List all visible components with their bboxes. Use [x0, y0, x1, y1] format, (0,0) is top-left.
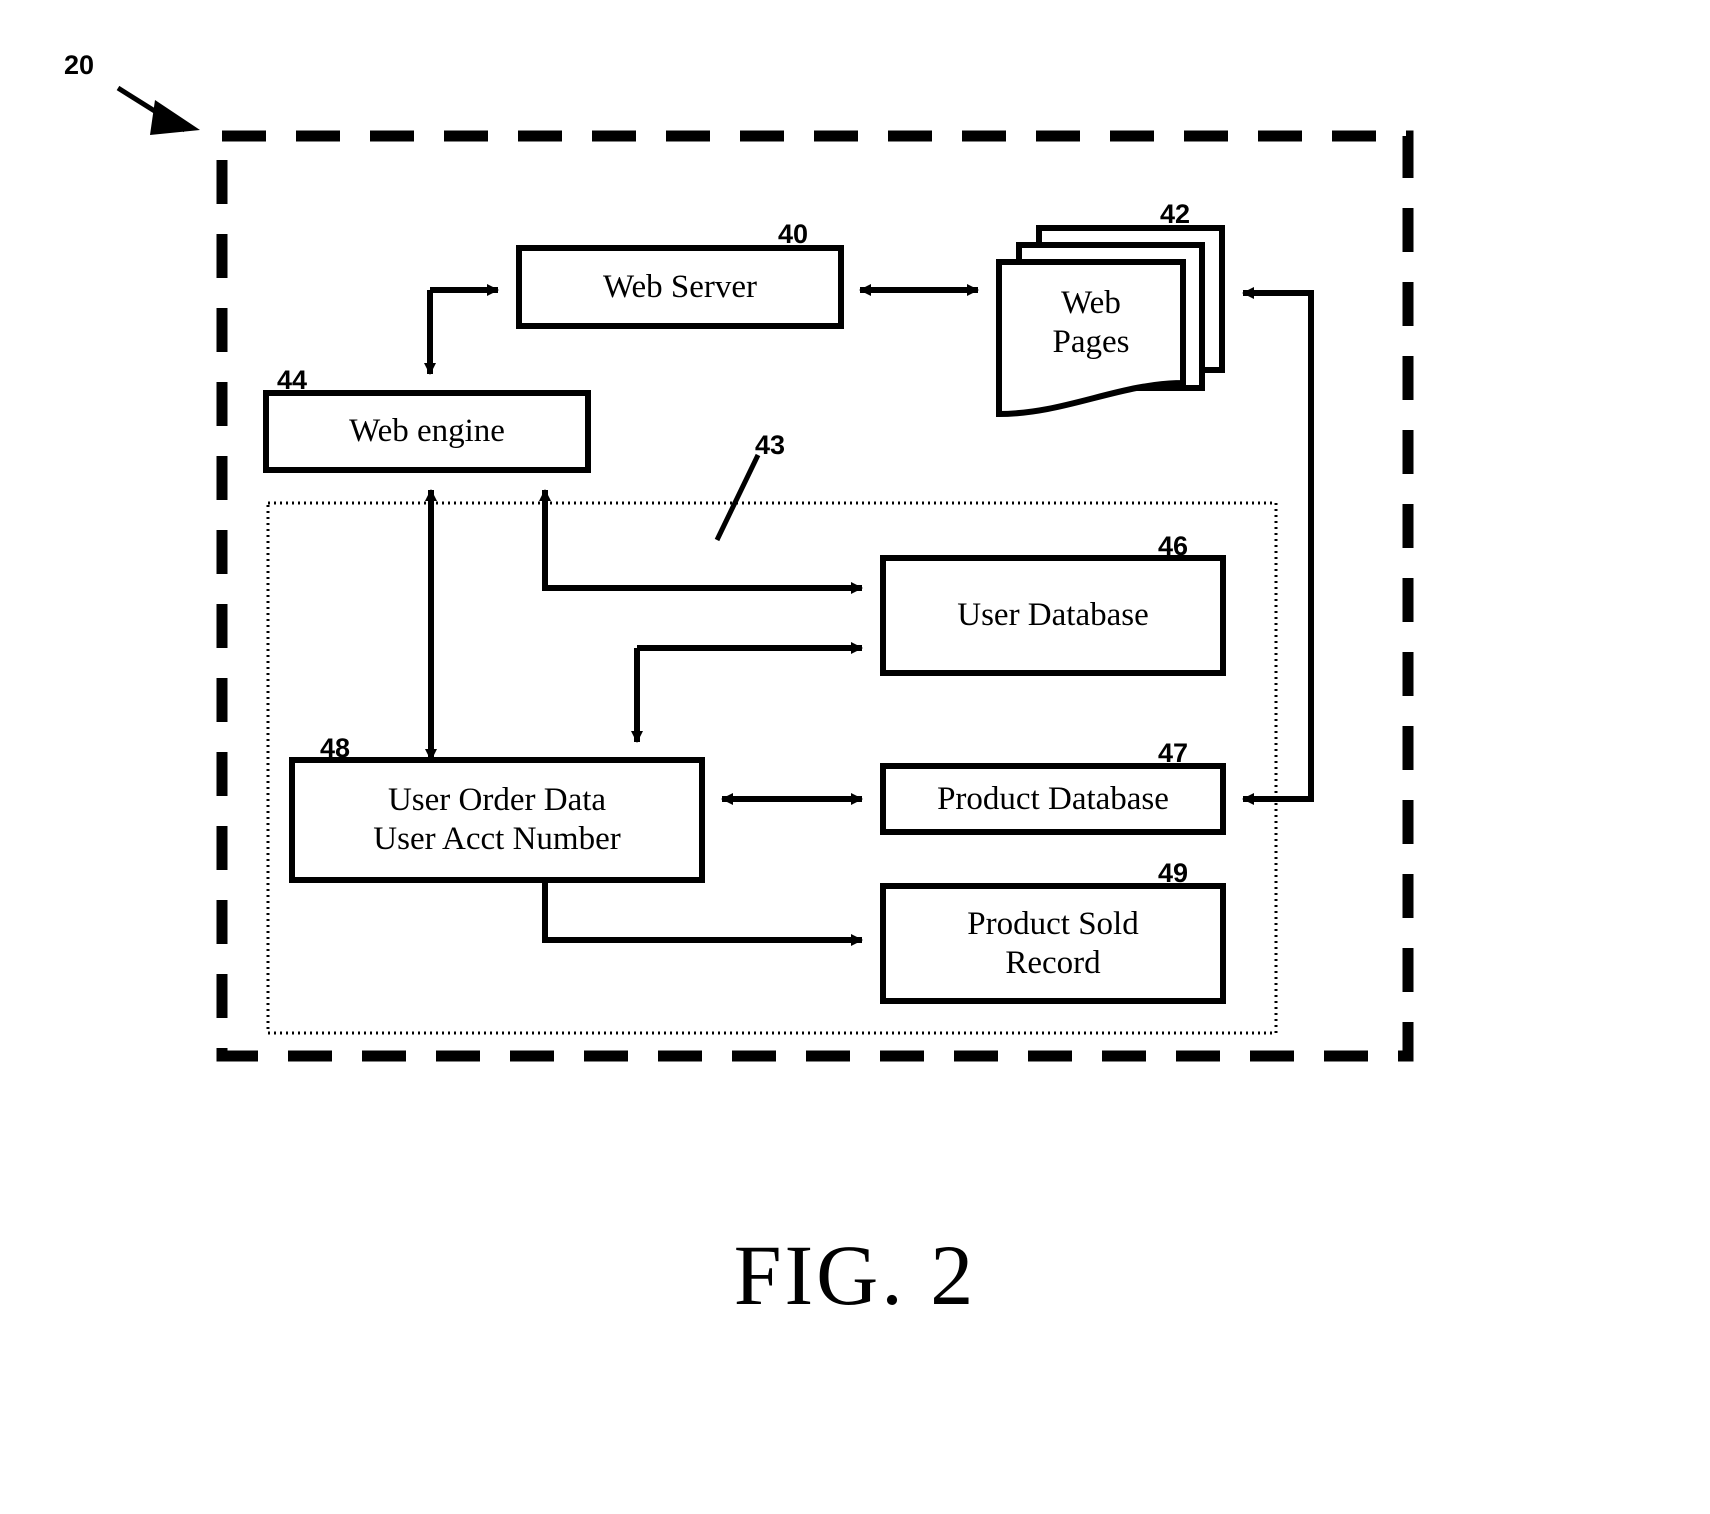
- ref-44: 44: [277, 365, 308, 395]
- ref-49: 49: [1158, 858, 1189, 888]
- ref-43-leader: [714, 453, 761, 542]
- user-database-box[interactable]: [880, 555, 1226, 676]
- ref-47: 47: [1158, 738, 1189, 768]
- web-pages-stack[interactable]: [996, 225, 1225, 418]
- ref-20: 20: [64, 50, 95, 80]
- web-engine-box[interactable]: [263, 390, 591, 473]
- conn-order-productsold: [542, 880, 863, 946]
- patent-figure: Web Server Web Pages Web engine User Dat…: [0, 0, 1710, 1514]
- figure-caption: FIG. 2: [733, 1227, 977, 1323]
- ref-43: 43: [755, 430, 786, 460]
- ref-40: 40: [778, 219, 809, 249]
- ref-42: 42: [1160, 199, 1191, 229]
- conn-engine-userdb: [542, 490, 863, 594]
- product-database-box[interactable]: [880, 763, 1226, 835]
- web-server-box[interactable]: [516, 245, 844, 329]
- ref-46: 46: [1158, 531, 1189, 561]
- ref-48: 48: [320, 733, 351, 763]
- product-sold-record-box[interactable]: [880, 883, 1226, 1004]
- ref-20-arrowhead: [150, 100, 200, 135]
- web-pages-sheet-front: [996, 259, 1186, 418]
- user-order-data-box[interactable]: [289, 757, 705, 883]
